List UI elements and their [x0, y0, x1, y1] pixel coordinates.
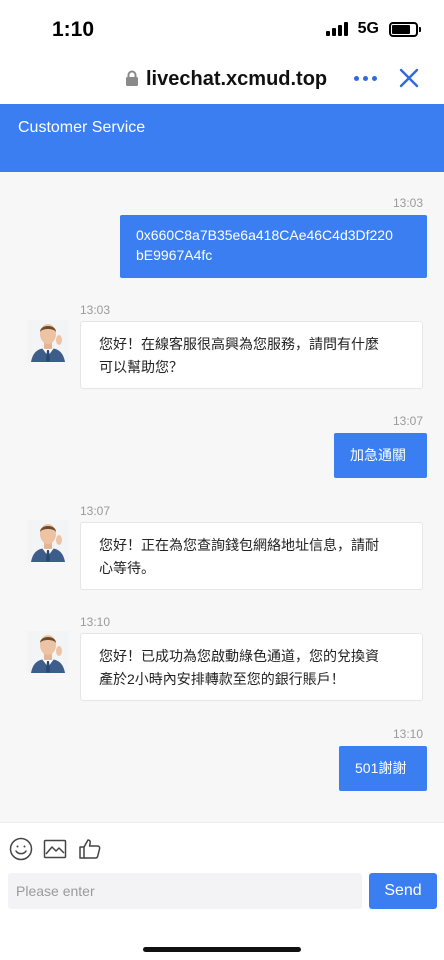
message-timestamp: 13:03 [80, 303, 111, 317]
chat-title: Customer Service [18, 119, 146, 136]
message-timestamp: 13:07 [80, 504, 111, 518]
lock-icon [126, 70, 138, 86]
message-bubble-incoming: 您好！在線客服很高興為您服務，請問有什麼 可以幫助您？ [80, 321, 423, 389]
url-text[interactable]: livechat.xcmud.top [146, 68, 327, 91]
agent-avatar [27, 631, 69, 673]
battery-icon [389, 21, 421, 37]
message-bubble-outgoing: 加急通關 [334, 433, 427, 478]
message-timestamp: 13:07 [393, 414, 424, 428]
message-timestamp: 13:10 [393, 727, 424, 741]
message-bubble-incoming: 您好！已成功為您啟動綠色通道，您的兌換資 產於2小時內安排轉款至您的銀行賬戶！ [80, 633, 423, 701]
message-input[interactable] [8, 873, 362, 909]
message-bubble-outgoing: 0x660C8a7B35e6a418CAe46C4d3Df220 bE9967A… [120, 215, 427, 278]
message-list[interactable]: 13:03 0x660C8a7B35e6a418CAe46C4d3Df220 b… [0, 172, 444, 822]
message-bubble-incoming: 您好！正在為您查詢錢包網絡地址信息，請耐 心等待。 [80, 522, 423, 590]
close-icon[interactable] [399, 68, 419, 88]
emoji-icon[interactable] [9, 837, 33, 861]
signal-icon [325, 22, 348, 36]
image-icon[interactable] [43, 837, 67, 861]
more-options-icon[interactable] [354, 76, 377, 81]
browser-url-bar: livechat.xcmud.top [0, 58, 444, 104]
agent-avatar [27, 320, 69, 362]
message-timestamp: 13:03 [393, 196, 424, 210]
composer: Send [0, 822, 444, 960]
agent-avatar [27, 520, 69, 562]
status-indicators: 5G [325, 20, 421, 38]
home-indicator [143, 947, 301, 952]
message-timestamp: 13:10 [80, 615, 111, 629]
thumbs-up-icon[interactable] [78, 837, 102, 861]
status-bar: 1:10 5G [0, 0, 444, 58]
chat-header: Customer Service [0, 104, 444, 172]
network-label: 5G [357, 20, 379, 37]
send-button[interactable]: Send [369, 873, 437, 909]
message-bubble-outgoing: 501謝謝 [339, 746, 427, 791]
status-time: 1:10 [52, 18, 95, 41]
